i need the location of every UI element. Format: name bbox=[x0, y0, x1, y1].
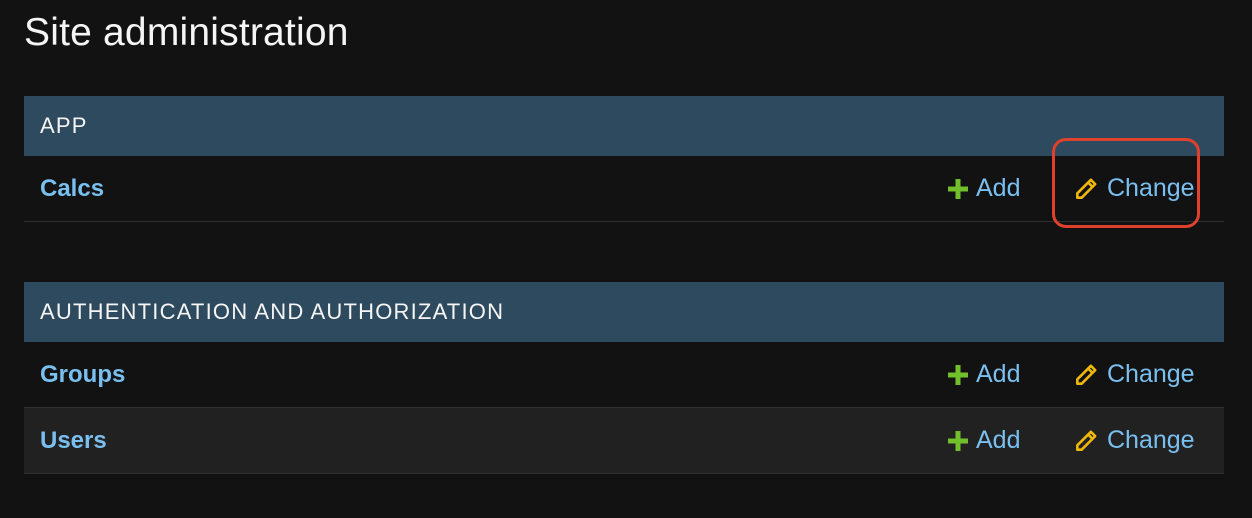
add-label: Add bbox=[976, 174, 1021, 202]
plus-icon bbox=[948, 364, 968, 385]
pencil-icon bbox=[1076, 363, 1097, 385]
change-label: Change bbox=[1107, 360, 1195, 388]
change-users-button[interactable]: Change bbox=[1073, 426, 1195, 455]
plus-icon bbox=[948, 430, 968, 451]
module-app: APP Calcs Add Change bbox=[24, 96, 1224, 222]
module-caption-auth: AUTHENTICATION AND AUTHORIZATION bbox=[24, 282, 1224, 342]
change-groups-button[interactable]: Change bbox=[1073, 360, 1195, 389]
model-link-calcs[interactable]: Calcs bbox=[40, 175, 104, 203]
pencil-icon bbox=[1076, 429, 1097, 451]
plus-icon bbox=[948, 178, 968, 199]
model-row-calcs: Calcs Add Change bbox=[24, 156, 1224, 222]
model-link-groups[interactable]: Groups bbox=[40, 361, 125, 389]
module-authentication-and-authorization: AUTHENTICATION AND AUTHORIZATION Groups … bbox=[24, 282, 1224, 474]
add-label: Add bbox=[976, 426, 1021, 454]
model-row-users: Users Add Change bbox=[24, 408, 1224, 474]
model-link-users[interactable]: Users bbox=[40, 427, 107, 455]
add-label: Add bbox=[976, 360, 1021, 388]
change-label: Change bbox=[1107, 426, 1195, 454]
model-row-groups: Groups Add Change bbox=[24, 342, 1224, 408]
module-caption-app: APP bbox=[24, 96, 1224, 156]
add-groups-button[interactable]: Add bbox=[948, 360, 1020, 389]
change-highlight-annotation bbox=[1052, 138, 1200, 228]
add-calcs-button[interactable]: Add bbox=[948, 174, 1020, 203]
page-title: Site administration bbox=[24, 11, 349, 54]
add-users-button[interactable]: Add bbox=[948, 426, 1020, 455]
